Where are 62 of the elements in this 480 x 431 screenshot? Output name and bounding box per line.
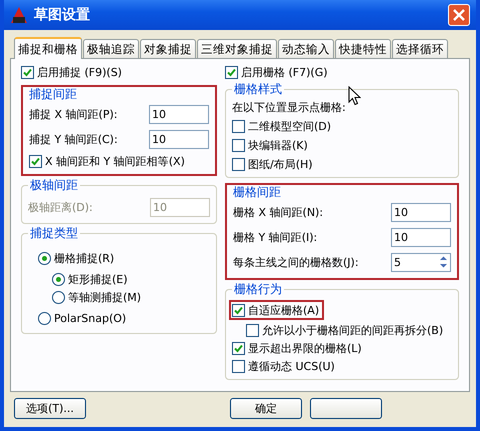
input-field[interactable]: 10 [391, 202, 451, 222]
checkbox-label: 显示超出界限的栅格(L) [248, 340, 362, 356]
spinner-field[interactable]: 5 [391, 252, 451, 272]
spinner-arrows-icon[interactable] [439, 255, 448, 269]
radio-button[interactable] [38, 312, 51, 324]
field-label: 极轴距离(D): [28, 200, 93, 214]
group-title: 捕捉间距 [27, 87, 79, 101]
cursor-icon [348, 86, 361, 106]
checkbox[interactable] [232, 360, 245, 372]
checkbox[interactable] [232, 342, 245, 354]
dialog-button[interactable] [310, 398, 382, 419]
checkbox[interactable] [232, 304, 245, 316]
input-field[interactable]: 10 [149, 130, 209, 148]
radio-label: PolarSnap(O) [54, 312, 126, 324]
input-field[interactable]: 10 [391, 228, 451, 246]
tab[interactable]: 极轴追踪 [83, 39, 139, 58]
checkbox-label: 图纸/布局(H) [248, 156, 313, 172]
field-label: 栅格 Y 轴间距(I): [233, 230, 318, 244]
group-title: 栅格行为 [232, 282, 284, 296]
tab[interactable]: 捕捉和栅格 [14, 37, 82, 59]
app-icon [10, 6, 28, 24]
checkbox[interactable] [232, 120, 245, 132]
window-title: 草图设置 [34, 6, 91, 24]
checkbox-label: 允许以小于栅格间距的间距再拆分(B) [262, 322, 444, 338]
checkbox-label: 遵循动态 UCS(U) [248, 358, 335, 374]
checkbox[interactable] [232, 138, 245, 152]
tab[interactable]: 选择循环 [392, 39, 448, 58]
input-field[interactable]: 10 [149, 104, 209, 124]
tab[interactable]: 对象捕捉 [140, 39, 196, 58]
radio-button[interactable] [38, 252, 51, 264]
field-label: 每条主线之间的栅格数(J): [233, 254, 359, 270]
dialog-button[interactable]: 选项(T)... [14, 398, 86, 419]
group-title: 栅格间距 [231, 185, 283, 199]
checkbox-label: X 轴间距和 Y 轴间距相等(X) [45, 154, 185, 168]
close-icon [453, 9, 465, 21]
tab[interactable]: 快捷特性 [335, 39, 391, 58]
checkbox[interactable] [232, 158, 245, 170]
field-label: 栅格 X 轴间距(N): [233, 204, 324, 220]
checkbox-label: 二维模型空间(D) [248, 118, 332, 134]
checkbox[interactable] [246, 324, 259, 336]
radio-label: 等轴测捕捉(M) [68, 290, 142, 304]
group-note: 在以下位置显示点栅格: [232, 100, 347, 115]
close-button[interactable] [448, 4, 470, 26]
checkbox[interactable] [21, 66, 34, 78]
group-title: 捕捉类型 [28, 226, 80, 240]
dialog-button[interactable]: 确定 [230, 398, 302, 419]
field-label: 捕捉 Y 轴间距(C): [29, 132, 118, 146]
group-title: 极轴间距 [28, 178, 80, 192]
checkbox-label: 启用捕捉 (F9)(S) [37, 64, 122, 80]
checkbox[interactable] [225, 66, 238, 78]
radio-button[interactable] [52, 290, 65, 304]
checkbox[interactable] [29, 154, 42, 168]
group-title: 栅格样式 [232, 82, 284, 96]
radio-button[interactable] [52, 272, 65, 286]
checkbox-label: 启用栅格 (F7)(G) [241, 64, 328, 80]
tab[interactable]: 动态输入 [278, 39, 334, 58]
radio-label: 栅格捕捉(R) [54, 250, 114, 266]
tab[interactable]: 三维对象捕捉 [197, 39, 277, 58]
checkbox-label: 块编辑器(K) [248, 138, 308, 152]
radio-label: 矩形捕捉(E) [68, 272, 128, 286]
field-label: 捕捉 X 轴间距(P): [29, 106, 118, 122]
checkbox-label: 自适应栅格(A) [248, 302, 320, 318]
